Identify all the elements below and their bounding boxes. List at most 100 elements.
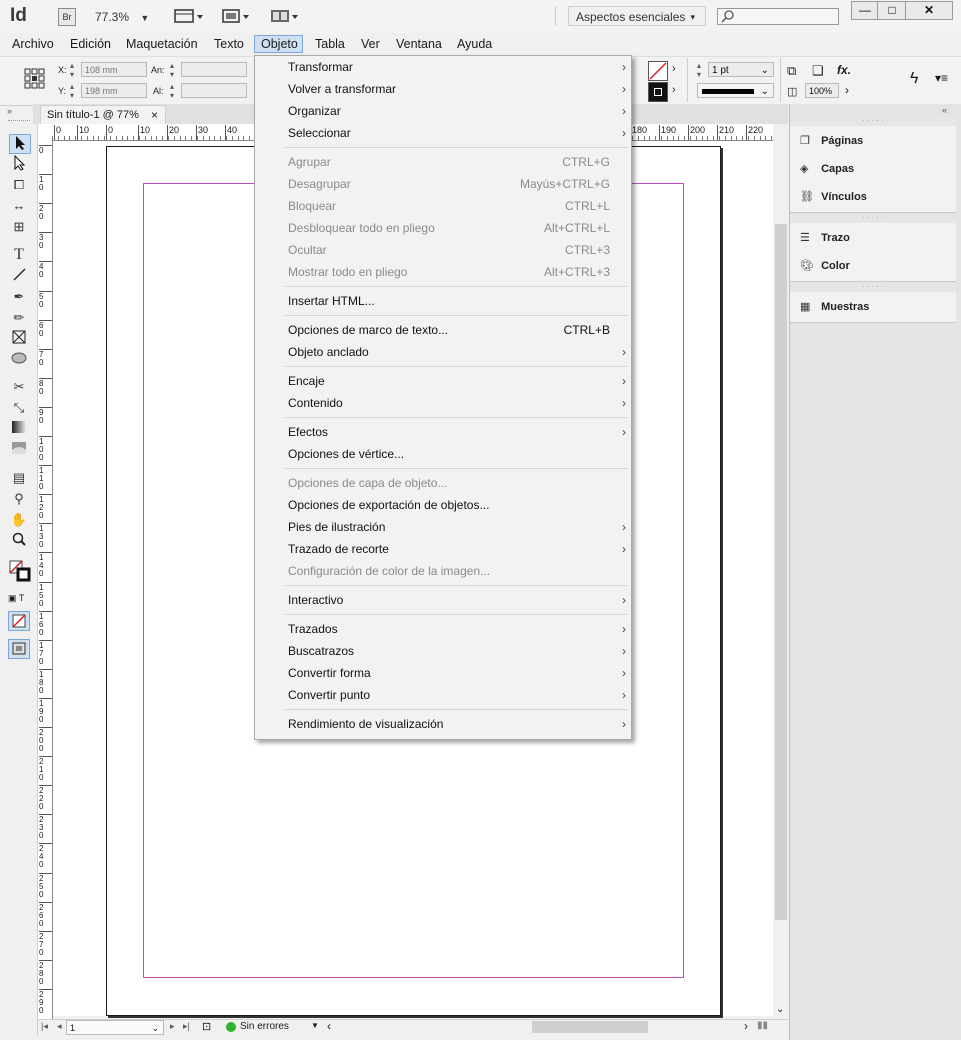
menu-item[interactable]: Interactivo › xyxy=(288,589,626,611)
opacity-field[interactable]: 100% xyxy=(805,83,839,98)
panel-grip[interactable]: · · · · · xyxy=(790,214,956,223)
menu-objeto[interactable]: Objeto xyxy=(261,37,298,51)
search-input[interactable] xyxy=(717,8,839,25)
menu-item[interactable]: Trazados › xyxy=(288,618,626,640)
horizontal-scroll-thumb[interactable] xyxy=(532,1021,648,1033)
pen-tool[interactable]: ✒ xyxy=(9,288,29,306)
vertical-ruler[interactable]: 0 1 0 2 0 3 0 4 0 5 0 6 0 7 0 8 0 9 0 1 0 0 1 1 0 1 … xyxy=(38,140,53,1020)
eyedropper-tool[interactable]: ⚲ xyxy=(9,490,29,508)
panel-menu-icon[interactable]: ▾≡ xyxy=(935,71,948,85)
ruler-origin[interactable] xyxy=(38,124,53,141)
menu-item[interactable]: Convertir punto › xyxy=(288,684,626,706)
type-tool[interactable]: T xyxy=(9,246,29,264)
menu-item[interactable]: Insertar HTML... xyxy=(288,290,618,312)
chevron-right-icon[interactable]: › xyxy=(845,83,849,97)
menu-item[interactable]: Opciones de vértice... xyxy=(288,443,618,465)
bridge-button[interactable]: Br xyxy=(58,8,76,26)
stepper-icon[interactable]: ▴ ▾ xyxy=(70,82,74,100)
height-field[interactable] xyxy=(181,83,247,98)
chevron-down-icon[interactable]: ▼ xyxy=(311,1021,319,1030)
drop-shadow-icon[interactable]: ⧉ xyxy=(787,63,796,79)
menu-item[interactable]: Organizar › xyxy=(288,100,626,122)
stepper-icon[interactable]: ▴ ▾ xyxy=(170,61,174,79)
menu-item[interactable]: Opciones de marco de texto... CTRL+B xyxy=(288,319,618,341)
preflight-panel-icon[interactable]: ⊡ xyxy=(202,1020,211,1033)
previous-page-icon[interactable]: ◂ xyxy=(57,1021,62,1032)
line-tool[interactable] xyxy=(9,267,29,285)
stepper-icon[interactable]: ▴ ▾ xyxy=(70,61,74,79)
gradient-swatch-tool[interactable] xyxy=(9,420,29,438)
menu-maquetacion[interactable]: Maquetación xyxy=(126,37,198,51)
menu-texto[interactable]: Texto xyxy=(214,37,244,51)
view-mode-button[interactable] xyxy=(8,639,30,659)
page-number-field[interactable]: 1 ⌄ xyxy=(66,1020,164,1035)
menu-item[interactable]: Efectos › xyxy=(288,421,626,443)
view-options-button[interactable] xyxy=(174,8,204,27)
menu-item[interactable]: Opciones de exportación de objetos... xyxy=(288,494,618,516)
gradient-feather-tool[interactable] xyxy=(9,441,29,459)
arrange-documents-button[interactable] xyxy=(270,8,300,27)
minimize-button[interactable]: — xyxy=(851,1,879,20)
menu-item[interactable]: Trazado de recorte › xyxy=(288,538,626,560)
vertical-scroll-thumb[interactable] xyxy=(775,224,787,920)
page-tool[interactable]: ⧠ xyxy=(9,176,29,194)
rectangle-frame-tool[interactable] xyxy=(9,330,29,348)
width-field[interactable] xyxy=(181,62,247,77)
scroll-down-icon[interactable]: ⌄ xyxy=(776,1004,784,1015)
menu-item[interactable]: Transformar › xyxy=(288,56,626,78)
panel-color[interactable]: 🎨︎ Color xyxy=(800,259,850,272)
reference-point-selector[interactable] xyxy=(24,68,46,93)
zoom-tool[interactable] xyxy=(9,532,29,550)
fx-button[interactable]: fx. xyxy=(837,63,851,77)
workspace-switcher[interactable]: Aspectos esenciales ▾ xyxy=(568,6,706,26)
selection-tool[interactable] xyxy=(9,134,31,154)
stepper-icon[interactable]: ▴ ▾ xyxy=(170,82,174,100)
panel-layers[interactable]: ◈ Capas xyxy=(800,162,854,175)
menu-item[interactable]: Objeto anclado › xyxy=(288,341,626,363)
ellipse-tool[interactable] xyxy=(9,351,29,369)
screen-mode-button[interactable] xyxy=(222,8,252,27)
panel-swatches[interactable]: ▦ Muestras xyxy=(800,300,869,313)
hand-tool[interactable]: ✋ xyxy=(9,511,29,529)
scissors-tool[interactable]: ✂ xyxy=(9,378,29,396)
menu-item[interactable]: Contenido › xyxy=(288,392,626,414)
panel-pages[interactable]: ❐ Páginas xyxy=(800,134,863,147)
menu-item[interactable]: Seleccionar › xyxy=(288,122,626,144)
next-page-icon[interactable]: ▸ xyxy=(170,1021,175,1032)
chevron-right-icon[interactable]: › xyxy=(672,63,676,75)
chevron-right-icon[interactable]: › xyxy=(672,84,676,96)
lightning-icon[interactable]: ϟ xyxy=(910,70,918,88)
menu-item[interactable]: Buscatrazos › xyxy=(288,640,626,662)
menu-ver[interactable]: Ver xyxy=(361,37,380,51)
menu-item[interactable]: Pies de ilustración › xyxy=(288,516,626,538)
menu-item[interactable]: Rendimiento de visualización › xyxy=(288,713,626,735)
apply-none-button[interactable] xyxy=(8,611,30,631)
stepper-icon[interactable]: ▴ ▾ xyxy=(697,61,701,79)
split-view-icon[interactable]: ▮▮ xyxy=(757,1020,768,1031)
formatting-affects-container[interactable]: ▣ T xyxy=(8,593,24,604)
panel-grip[interactable]: · · · · · xyxy=(790,117,956,126)
menu-item[interactable]: Encaje › xyxy=(288,370,626,392)
stroke-weight-field[interactable]: 1 pt ⌄ xyxy=(708,62,774,77)
panel-links[interactable]: ⛓ Vínculos xyxy=(800,190,867,203)
first-page-icon[interactable]: |◂ xyxy=(41,1021,48,1032)
scroll-left-icon[interactable]: ‹ xyxy=(327,1019,331,1033)
zoom-level[interactable]: 77.3% ▼ xyxy=(95,10,149,24)
y-position-field[interactable]: 198 mm xyxy=(81,83,147,98)
scroll-right-icon[interactable]: › xyxy=(744,1019,748,1033)
document-tab[interactable]: Sin título-1 @ 77% × xyxy=(40,105,166,124)
last-page-icon[interactable]: ▸| xyxy=(183,1021,190,1032)
menu-ventana[interactable]: Ventana xyxy=(396,37,442,51)
expand-panel-icon[interactable]: » xyxy=(7,106,12,116)
collapse-panel-icon[interactable]: « xyxy=(942,105,947,115)
menu-ayuda[interactable]: Ayuda xyxy=(457,37,492,51)
panel-grip[interactable]: · · · · · xyxy=(790,283,956,292)
gap-tool[interactable]: ↔ xyxy=(9,197,29,215)
menu-tabla[interactable]: Tabla xyxy=(315,37,345,51)
direct-selection-tool[interactable] xyxy=(9,154,29,173)
menu-edicion[interactable]: Edición xyxy=(70,37,111,51)
x-position-field[interactable]: 108 mm xyxy=(81,62,147,77)
panel-stroke[interactable]: ☰ Trazo xyxy=(800,231,850,244)
note-tool[interactable]: ▤ xyxy=(9,469,29,487)
maximize-button[interactable]: □ xyxy=(877,1,907,20)
